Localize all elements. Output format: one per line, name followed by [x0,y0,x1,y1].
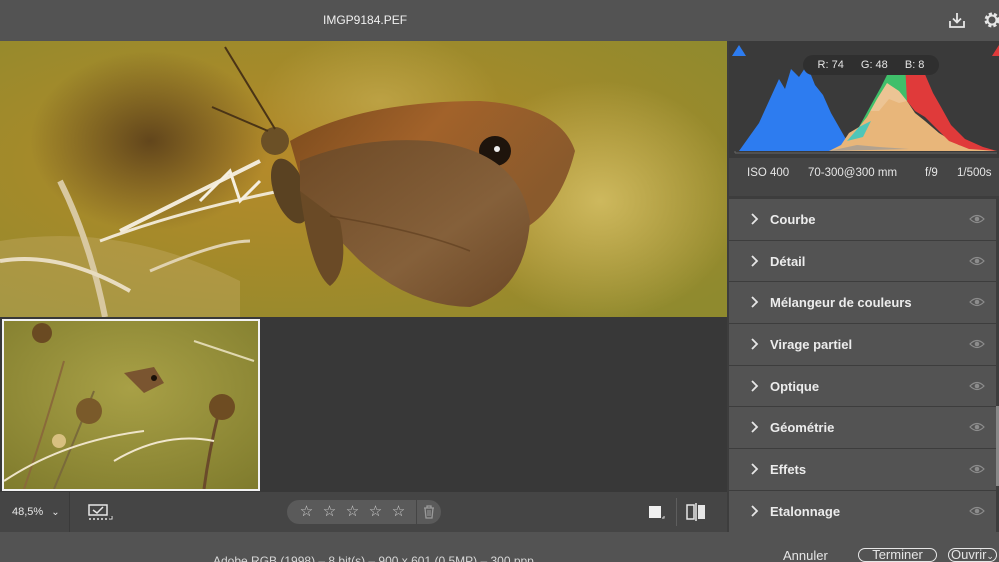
edit-sections: Courbe Détail Mélangeur de couleurs Vira… [729,199,999,533]
chevron-right-icon [751,255,759,267]
star-2-icon[interactable]: ☆ [318,500,341,524]
thumbnail-image [4,321,258,489]
histogram: R: 74 G: 48 B: 8 [729,41,999,158]
green-value: G: 48 [860,59,888,71]
toolbar-divider [676,498,677,526]
cancel-button[interactable]: Annuler [783,548,828,562]
section-courbe[interactable]: Courbe [729,199,999,241]
filmstrip [0,317,727,492]
eye-icon[interactable] [969,505,985,517]
red-value: R: 74 [817,59,844,71]
section-label: Etalonnage [770,503,841,519]
section-detail[interactable]: Détail [729,240,999,283]
bottom-toolbar: 48,5% ⌄ ☆ ☆ ☆ ☆ ☆ [0,492,727,532]
shutter-value: 1/500s [957,167,992,179]
section-melangeur-couleurs[interactable]: Mélangeur de couleurs [729,282,999,325]
section-label: Effets [770,461,807,477]
chevron-down-icon: ⌄ [51,506,60,518]
exif-info: ISO 400 70-300@300 mm f/9 1/500s [729,158,999,196]
chevron-down-icon: ⌄ [986,551,994,561]
title-bar: IMGP9184.PEF [0,0,999,41]
done-button[interactable]: Terminer [858,548,937,562]
filmstrip-thumbnail[interactable] [2,319,260,491]
chevron-right-icon [751,505,759,517]
zoom-dropdown[interactable]: 48,5% ⌄ [0,492,70,532]
section-label: Mélangeur de couleurs [770,295,912,311]
butterfly-photo [0,41,727,317]
color-label-icon[interactable] [648,505,666,521]
section-label: Optique [770,378,820,394]
star-1-icon[interactable]: ☆ [295,500,318,524]
chevron-right-icon [751,296,759,309]
chevron-right-icon [751,421,759,434]
file-info-link[interactable]: Adobe RGB (1998) – 8 bit(s) – 900 x 601 … [213,554,534,562]
section-geometrie[interactable]: Géométrie [729,407,999,450]
eye-icon[interactable] [969,296,985,308]
chevron-right-icon [751,213,759,225]
aperture-value: f/9 [925,167,938,179]
section-virage-partiel[interactable]: Virage partiel [729,324,999,366]
file-name: IMGP9184.PEF [323,13,408,27]
chevron-right-icon [751,463,759,475]
eye-icon[interactable] [969,213,985,225]
trash-icon [424,505,434,519]
shadow-clipping-icon[interactable] [731,43,747,57]
highlight-clipping-icon[interactable] [991,43,999,57]
rgb-readout: R: 74 G: 48 B: 8 [803,55,939,75]
zoom-value: 48,5% [12,506,44,518]
gear-icon[interactable] [982,10,999,30]
section-label: Détail [770,253,806,269]
filmstrip-toggle-icon[interactable] [88,504,114,522]
star-5-icon[interactable]: ☆ [387,500,410,524]
status-bar: Adobe RGB (1998) – 8 bit(s) – 900 x 601 … [0,532,999,562]
eye-icon[interactable] [969,380,985,392]
chevron-right-icon [751,338,759,350]
download-icon[interactable] [947,10,967,30]
star-rating: ☆ ☆ ☆ ☆ ☆ [287,500,441,524]
eye-icon[interactable] [969,421,985,433]
section-label: Courbe [770,211,816,227]
open-button[interactable]: Ouvrir⌄ [948,548,997,562]
blue-value: B: 8 [904,59,925,71]
before-after-icon[interactable] [686,503,706,521]
open-label: Ouvrir [951,547,987,562]
section-effets[interactable]: Effets [729,449,999,491]
section-etalonnage[interactable]: Etalonnage [729,490,999,533]
edit-panel: R: 74 G: 48 B: 8 ISO 400 70-300@300 mm f… [727,41,999,533]
eye-icon[interactable] [969,255,985,267]
eye-icon[interactable] [969,338,985,350]
section-label: Virage partiel [770,336,853,352]
star-3-icon[interactable]: ☆ [341,500,364,524]
section-optique[interactable]: Optique [729,365,999,408]
section-label: Géométrie [770,420,835,436]
star-4-icon[interactable]: ☆ [364,500,387,524]
iso-value: ISO 400 [747,167,790,179]
main-photo[interactable] [0,41,727,317]
chevron-right-icon [751,380,759,392]
eye-icon[interactable] [969,463,985,475]
trash-button[interactable] [416,500,435,524]
lens-value: 70-300@300 mm [808,167,898,179]
